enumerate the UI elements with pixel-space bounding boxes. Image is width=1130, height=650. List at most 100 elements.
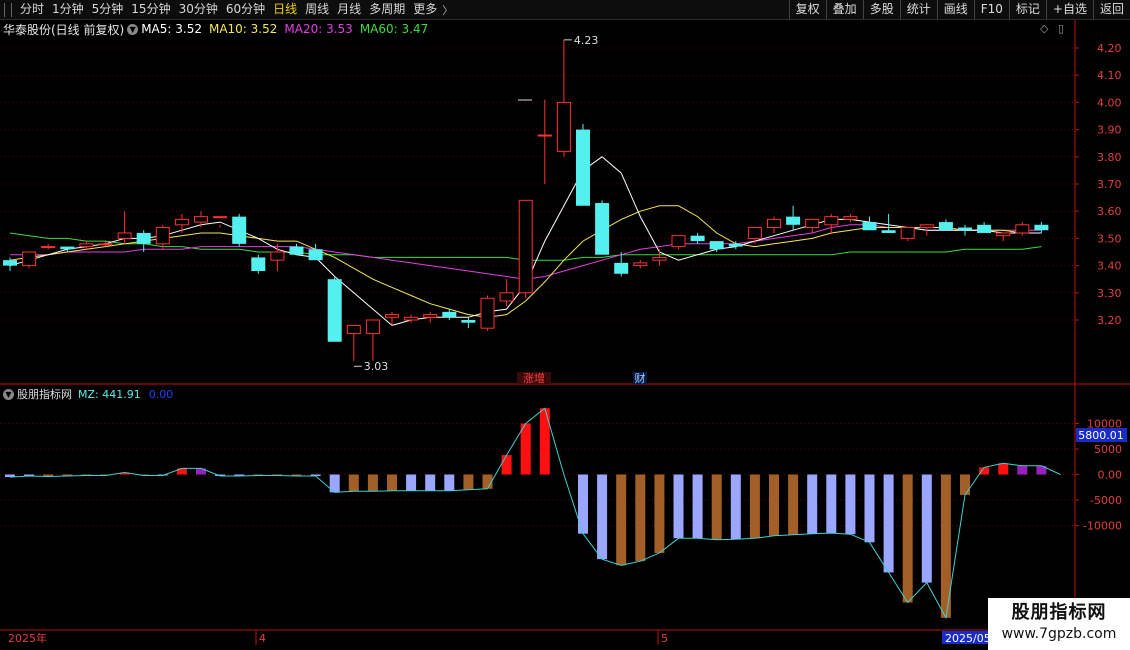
candle-body <box>537 134 552 137</box>
ind-tick-label: -10000 <box>1083 520 1122 533</box>
candle-body <box>499 292 514 302</box>
mz-bar <box>367 474 378 492</box>
mz-bar <box>902 474 913 603</box>
mz-bar <box>348 474 359 492</box>
candle-body <box>270 251 285 261</box>
candle-body <box>79 243 94 248</box>
mz-bar <box>788 474 799 535</box>
event-label: 涨增 <box>523 371 545 385</box>
candle-body <box>423 314 438 318</box>
candle-body <box>117 232 132 239</box>
candle-body <box>938 222 953 231</box>
mz-bar <box>749 474 760 539</box>
candle-body <box>41 246 56 249</box>
mz-bar <box>425 474 436 491</box>
watermark-title: 股朋指标网 <box>1011 602 1107 623</box>
candle-body <box>365 319 380 335</box>
watermark-url: www.7gpzb.com <box>1001 626 1117 642</box>
candle-body <box>786 216 801 225</box>
candle-body <box>232 216 247 244</box>
candle-body <box>633 262 648 267</box>
price-tick-label: 3.90 <box>1097 124 1122 137</box>
candle-body <box>174 218 189 226</box>
mz-bar <box>406 474 417 491</box>
mz-bar <box>864 474 875 543</box>
price-tick-label: 4.20 <box>1097 42 1122 55</box>
watermark: 股朋指标网 www.7gpzb.com <box>988 598 1130 650</box>
mz-bar <box>883 474 894 573</box>
candle-body <box>671 235 686 248</box>
candle-body <box>308 249 323 261</box>
candle-body <box>747 227 762 239</box>
price-tick-label: 3.60 <box>1097 205 1122 218</box>
candle-body <box>98 243 113 246</box>
candle-body <box>805 218 820 229</box>
mz-bar <box>960 474 970 495</box>
price-tick-label: 3.20 <box>1097 314 1122 327</box>
candle-body <box>404 316 419 321</box>
mz-bar <box>979 467 990 475</box>
price-tick-label: 3.80 <box>1097 151 1122 164</box>
mz-bar <box>635 474 646 562</box>
candle-body <box>767 218 781 229</box>
candle-body <box>155 227 170 245</box>
mz-bar <box>730 474 741 540</box>
candle-body <box>881 230 896 233</box>
mz-bar <box>444 474 455 491</box>
candle-body <box>22 251 37 267</box>
price-tick-label: 4.00 <box>1097 96 1122 109</box>
current-date-label: 2025/05 <box>945 632 991 645</box>
candle-body <box>346 324 361 335</box>
candle-body <box>327 279 342 342</box>
current-value-label: 5800.01 <box>1078 429 1124 442</box>
candle-body <box>136 232 151 244</box>
candle-body <box>824 216 839 226</box>
candle-body <box>385 314 399 318</box>
mz-bar <box>578 474 588 534</box>
candle-body <box>690 235 705 242</box>
price-tick-label: 3.30 <box>1097 287 1122 300</box>
candle-body <box>862 222 877 231</box>
mz-bar <box>1017 465 1028 475</box>
mz-bar <box>845 474 856 535</box>
mz-bar <box>673 474 684 539</box>
price-tick-label: 3.70 <box>1097 178 1122 191</box>
candle-body <box>576 129 590 206</box>
mz-bar <box>616 474 627 566</box>
mz-bar <box>463 474 474 490</box>
candle-body <box>652 256 667 261</box>
mz-bar <box>520 423 531 475</box>
candle-body <box>480 297 495 329</box>
candle-body <box>461 320 476 323</box>
candle-body <box>1034 224 1049 231</box>
low-label: 3.03 <box>364 360 389 373</box>
candle-body <box>996 232 1011 237</box>
candle-body <box>728 243 743 247</box>
candle-body <box>518 199 533 294</box>
candle-body <box>60 246 75 250</box>
mz-bar <box>826 474 837 534</box>
ind-tick-label: 0.00 <box>1098 469 1123 482</box>
ind-tick-label: 5000 <box>1094 443 1122 456</box>
ind-tick-label: -5000 <box>1090 494 1122 507</box>
event-label: 财 <box>635 371 646 385</box>
candle-body <box>442 311 457 318</box>
candle-body <box>843 216 858 220</box>
candle-body <box>614 262 629 274</box>
mz-bar <box>998 463 1009 475</box>
high-label: 4.23 <box>574 34 599 47</box>
candle-body <box>958 227 972 231</box>
date-label: 2025年 <box>8 631 47 645</box>
price-tick-label: 4.10 <box>1097 69 1122 82</box>
candle-body <box>919 224 934 229</box>
mz-bar <box>921 474 932 583</box>
candle-body <box>289 246 304 255</box>
date-label: 5 <box>661 632 668 645</box>
kline-chart[interactable]: 4.20 4.10 4.00 3.90 3.80 3.70 3.60 3.50 3.40 3.30… <box>0 0 1130 650</box>
mz-bar <box>539 408 550 475</box>
candle-body <box>213 216 228 219</box>
candle-body <box>251 257 266 272</box>
candle-body <box>977 224 992 233</box>
candle-body <box>709 241 724 250</box>
mz-bar <box>692 474 703 539</box>
